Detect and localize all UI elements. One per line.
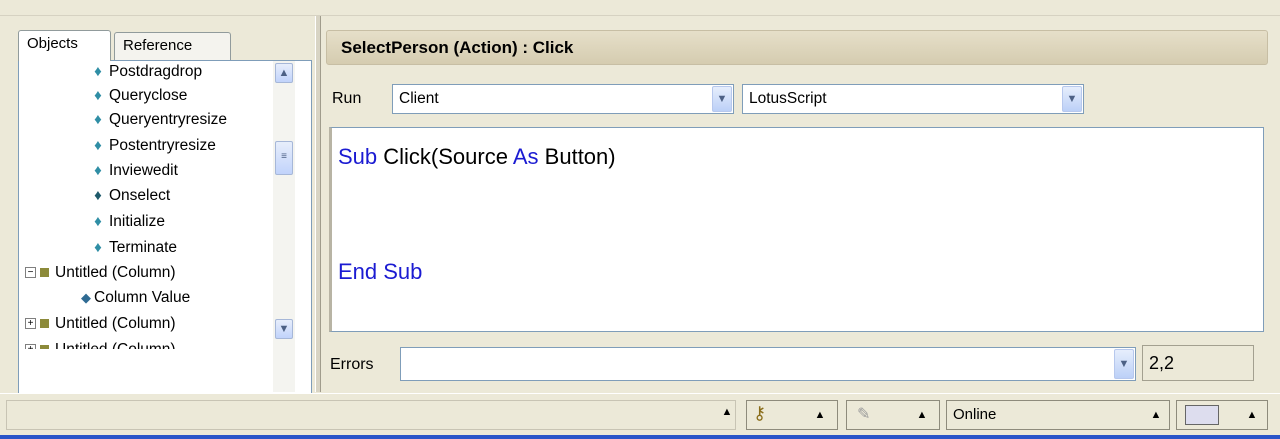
tab-reference-label: Reference bbox=[123, 37, 193, 54]
connection-status-label: Online bbox=[953, 406, 997, 423]
tree-item-label: Inviewedit bbox=[109, 162, 178, 179]
status-message-area bbox=[6, 400, 736, 430]
tree-item-label: Untitled (Column) bbox=[55, 315, 176, 332]
event-icon: ♦ bbox=[94, 213, 102, 230]
object-tree[interactable]: ♦ Postdragdrop ♦ Queryclose ♦ Queryentryres… bbox=[18, 60, 312, 394]
run-target-select[interactable]: Client ▼ bbox=[392, 84, 734, 114]
tree-item-column[interactable]: + Untitled (Column) bbox=[25, 337, 176, 349]
keyword-as: As bbox=[512, 144, 539, 169]
run-target-value: Client bbox=[399, 90, 439, 107]
tree-item-label: Onselect bbox=[109, 187, 171, 204]
top-toolbar-strip bbox=[0, 0, 1280, 16]
event-icon: ♦ bbox=[94, 137, 102, 154]
window-bottom-edge bbox=[0, 435, 1280, 439]
chevron-up-icon[interactable]: ▲ bbox=[811, 403, 829, 427]
tree-item-terminate[interactable]: ♦ Terminate bbox=[91, 235, 177, 261]
tree-item-label: Postdragdrop bbox=[109, 63, 203, 80]
tree-item-label: Column Value bbox=[94, 289, 191, 306]
tree-item-postentryresize[interactable]: ♦ Postentryresize bbox=[91, 133, 216, 159]
key-icon: ⚷ bbox=[753, 403, 767, 423]
tree-item-postdragdrop[interactable]: ♦ Postdragdrop bbox=[91, 61, 203, 85]
pane-splitter[interactable] bbox=[315, 16, 321, 392]
run-label: Run bbox=[332, 90, 362, 107]
expand-icon[interactable]: + bbox=[25, 318, 36, 330]
event-icon: ♦ bbox=[94, 63, 102, 80]
tab-reference[interactable]: Reference bbox=[114, 32, 231, 60]
tree-item-column-value[interactable]: ◆ Column Value bbox=[81, 285, 190, 311]
chevron-up-icon[interactable]: ▲ bbox=[913, 403, 931, 427]
tab-objects-label: Objects bbox=[27, 35, 78, 52]
chevron-down-icon[interactable]: ▼ bbox=[275, 319, 293, 339]
collapse-icon[interactable]: − bbox=[25, 267, 36, 279]
tree-item-label: Untitled (Column) bbox=[55, 341, 176, 349]
tree-item-onselect[interactable]: ♦ Onselect bbox=[91, 183, 170, 209]
chevron-down-icon[interactable]: ▼ bbox=[712, 86, 732, 112]
chevron-down-icon[interactable]: ▼ bbox=[1114, 349, 1134, 379]
event-icon: ♦ bbox=[94, 111, 102, 128]
connection-status[interactable]: Online ▲ bbox=[946, 400, 1170, 430]
event-icon: ♦ bbox=[94, 162, 102, 179]
status-inbox-area[interactable]: ▲ bbox=[1176, 400, 1268, 430]
code-text: Button) bbox=[538, 144, 616, 169]
tree-item-column[interactable]: − Untitled (Column) bbox=[25, 260, 176, 286]
code-text: Click(Source bbox=[377, 144, 513, 169]
tree-item-queryentryresize[interactable]: ♦ Queryentryresize bbox=[91, 107, 227, 133]
tree-item-label: Initialize bbox=[109, 213, 165, 230]
tree-item-column[interactable]: + Untitled (Column) bbox=[25, 311, 176, 337]
tree-item-initialize[interactable]: ♦ Initialize bbox=[91, 209, 165, 235]
column-icon bbox=[40, 345, 49, 349]
inbox-icon bbox=[1185, 405, 1219, 425]
tree-item-label: Postentryresize bbox=[109, 137, 216, 154]
errors-select[interactable]: ▼ bbox=[400, 347, 1136, 381]
tree-item-inviewedit[interactable]: ♦ Inviewedit bbox=[91, 158, 178, 184]
language-value: LotusScript bbox=[749, 90, 827, 107]
tree-item-label: Untitled (Column) bbox=[55, 264, 176, 281]
language-select[interactable]: LotusScript ▼ bbox=[742, 84, 1084, 114]
cursor-position: 2,2 bbox=[1142, 345, 1254, 381]
expand-icon[interactable]: + bbox=[25, 344, 36, 349]
keyword-end-sub: End Sub bbox=[338, 259, 423, 284]
scrollbar-thumb[interactable]: ≡ bbox=[275, 141, 293, 175]
cursor-position-value: 2,2 bbox=[1149, 353, 1175, 373]
column-icon bbox=[40, 268, 49, 278]
tab-objects[interactable]: Objects bbox=[18, 30, 111, 61]
tree-item-queryclose[interactable]: ♦ Queryclose bbox=[91, 83, 187, 109]
tree-scrollbar[interactable]: ▲ ≡ ▼ bbox=[273, 61, 295, 392]
errors-label: Errors bbox=[330, 356, 374, 373]
status-key-area[interactable]: ⚷ ▲ bbox=[746, 400, 838, 430]
event-filled-icon: ♦ bbox=[94, 187, 102, 204]
chevron-up-icon[interactable]: ▲ bbox=[275, 63, 293, 83]
editor-title: SelectPerson (Action) : Click bbox=[326, 30, 1268, 65]
event-icon: ♦ bbox=[94, 239, 102, 256]
tools-icon: ✎ bbox=[857, 406, 871, 423]
diamond-icon: ◆ bbox=[81, 290, 91, 305]
keyword-sub: Sub bbox=[338, 144, 378, 169]
tree-item-label: Queryentryresize bbox=[109, 111, 228, 128]
tree-item-label: Terminate bbox=[109, 239, 178, 256]
editor-title-text: SelectPerson (Action) : Click bbox=[341, 38, 574, 57]
status-bar: ▲ ⚷ ▲ ✎ ▲ Online ▲ ▲ bbox=[0, 393, 1280, 435]
code-line-2: End Sub bbox=[338, 259, 422, 285]
chevron-up-icon[interactable]: ▲ bbox=[718, 400, 736, 424]
chevron-up-icon[interactable]: ▲ bbox=[1147, 403, 1165, 427]
status-tools-area[interactable]: ✎ ▲ bbox=[846, 400, 940, 430]
chevron-up-icon[interactable]: ▲ bbox=[1243, 403, 1261, 427]
chevron-down-icon[interactable]: ▼ bbox=[1062, 86, 1082, 112]
event-icon: ♦ bbox=[94, 87, 102, 104]
script-editor[interactable]: Sub Click(Source As Button) End Sub bbox=[329, 127, 1264, 332]
tree-item-label: Queryclose bbox=[109, 87, 188, 104]
column-icon bbox=[40, 319, 49, 329]
code-line-1: Sub Click(Source As Button) bbox=[338, 144, 616, 170]
objects-panel: Objects Reference ♦ Postdragdrop ♦ Querycl… bbox=[8, 18, 314, 394]
